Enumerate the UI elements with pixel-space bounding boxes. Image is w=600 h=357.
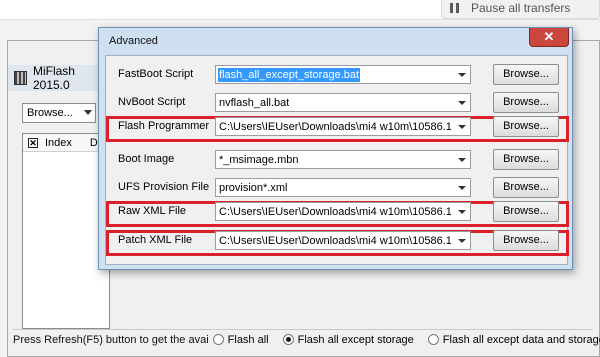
raw-xml-file-browse-button[interactable]: Browse...: [493, 201, 559, 222]
patch-xml-file-browse-button[interactable]: Browse...: [493, 230, 559, 251]
ufs-provision-file-combo[interactable]: provision*.xml: [215, 178, 471, 197]
raw-xml-file-row: Raw XML File C:\Users\IEUser\Downloads\m…: [106, 201, 569, 227]
pause-all-transfers-label: Pause all transfers: [471, 1, 571, 15]
flash-programmer-label: Flash Programmer: [118, 120, 210, 132]
fastboot-script-row: FastBoot Script flash_all_except_storage…: [106, 64, 569, 86]
nvboot-script-browse-button[interactable]: Browse...: [493, 92, 559, 113]
radio-flash-all-except-data-and-storage[interactable]: Flash all except data and storage: [427, 333, 600, 346]
radio-flash-all-except-data-and-storage-label: Flash all except data and storage: [442, 333, 600, 346]
dialog-body: FastBoot Script flash_all_except_storage…: [105, 55, 569, 265]
chevron-down-icon: [84, 110, 92, 115]
fastboot-script-combo[interactable]: flash_all_except_storage.bat: [215, 65, 471, 84]
raw-xml-file-combo[interactable]: C:\Users\IEUser\Downloads\mi4 w10m\10586…: [215, 202, 471, 221]
miflash-title: MiFlash 2015.0: [32, 64, 75, 92]
chevron-down-icon[interactable]: [454, 179, 470, 196]
ufs-provision-file-row: UFS Provision File provision*.xml Browse…: [106, 177, 569, 199]
boot-image-row: Boot Image *_msimage.mbn Browse...: [106, 149, 569, 171]
nvboot-script-row: NvBoot Script nvflash_all.bat Browse...: [106, 92, 569, 114]
radio-flash-all[interactable]: Flash all: [212, 333, 269, 346]
patch-xml-file-value: C:\Users\IEUser\Downloads\mi4 w10m\10586…: [219, 235, 451, 247]
radio-flash-all-label: Flash all: [227, 333, 269, 346]
chevron-down-icon[interactable]: [454, 203, 470, 220]
pause-icon: [450, 3, 459, 13]
chevron-down-icon[interactable]: [454, 66, 470, 83]
column-index[interactable]: Index: [45, 137, 72, 149]
radio-flash-all-except-storage-label: Flash all except storage: [297, 333, 414, 346]
ufs-provision-file-value: provision*.xml: [219, 182, 288, 194]
fastboot-script-label: FastBoot Script: [118, 68, 194, 80]
radio-icon: [212, 334, 224, 345]
select-all-checkbox-icon[interactable]: ✕: [28, 137, 38, 148]
status-text: Press Refresh(F5) button to get the avai: [13, 333, 209, 346]
fastboot-script-browse-button[interactable]: Browse...: [493, 64, 559, 85]
nvboot-script-label: NvBoot Script: [118, 96, 186, 108]
ufs-provision-file-browse-button[interactable]: Browse...: [493, 177, 559, 198]
close-button[interactable]: ✕: [529, 28, 569, 47]
radio-flash-all-except-storage[interactable]: Flash all except storage: [282, 333, 414, 346]
boot-image-value: *_msimage.mbn: [219, 154, 299, 166]
boot-image-combo[interactable]: *_msimage.mbn: [215, 150, 471, 169]
ufs-provision-file-label: UFS Provision File: [118, 181, 210, 193]
radio-icon: [427, 334, 439, 345]
raw-xml-file-value: C:\Users\IEUser\Downloads\mi4 w10m\10586…: [219, 206, 451, 218]
column-d[interactable]: D: [90, 137, 98, 149]
flash-programmer-row: Flash Programmer C:\Users\IEUser\Downloa…: [106, 116, 569, 142]
boot-image-label: Boot Image: [118, 153, 175, 165]
radio-selected-icon: [282, 334, 294, 345]
nvboot-script-combo[interactable]: nvflash_all.bat: [215, 93, 471, 112]
miflash-titlebar: MiFlash 2015.0: [8, 64, 108, 92]
advanced-dialog: Advanced ✕ FastBoot Script flash_all_exc…: [98, 27, 573, 270]
patch-xml-file-label: Patch XML File: [118, 234, 193, 246]
flash-programmer-browse-button[interactable]: Browse...: [493, 116, 559, 137]
pause-all-transfers-button[interactable]: Pause all transfers: [441, 0, 600, 19]
browse-dropdown-label: Browse...: [27, 107, 73, 119]
nvboot-script-value: nvflash_all.bat: [219, 97, 290, 109]
device-grid[interactable]: ✕ Index D: [22, 133, 110, 329]
fastboot-script-value: flash_all_except_storage.bat: [218, 68, 361, 82]
chevron-down-icon[interactable]: [454, 232, 470, 249]
close-icon: ✕: [543, 29, 555, 44]
browse-dropdown[interactable]: Browse...: [22, 103, 96, 123]
app-icon: [14, 71, 27, 85]
chevron-down-icon[interactable]: [454, 118, 470, 135]
chevron-down-icon[interactable]: [454, 151, 470, 168]
browser-top-bar: Pause all transfers: [0, 0, 600, 20]
device-grid-header: ✕ Index D: [23, 134, 109, 152]
patch-xml-file-combo[interactable]: C:\Users\IEUser\Downloads\mi4 w10m\10586…: [215, 231, 471, 250]
boot-image-browse-button[interactable]: Browse...: [493, 149, 559, 170]
patch-xml-file-row: Patch XML File C:\Users\IEUser\Downloads…: [106, 230, 569, 256]
dialog-title: Advanced: [109, 35, 158, 47]
chevron-down-icon[interactable]: [454, 94, 470, 111]
raw-xml-file-label: Raw XML File: [118, 205, 187, 217]
flash-programmer-combo[interactable]: C:\Users\IEUser\Downloads\mi4 w10m\10586…: [215, 117, 471, 136]
status-bar: Press Refresh(F5) button to get the avai…: [13, 329, 600, 349]
flash-programmer-value: C:\Users\IEUser\Downloads\mi4 w10m\10586…: [219, 121, 451, 133]
